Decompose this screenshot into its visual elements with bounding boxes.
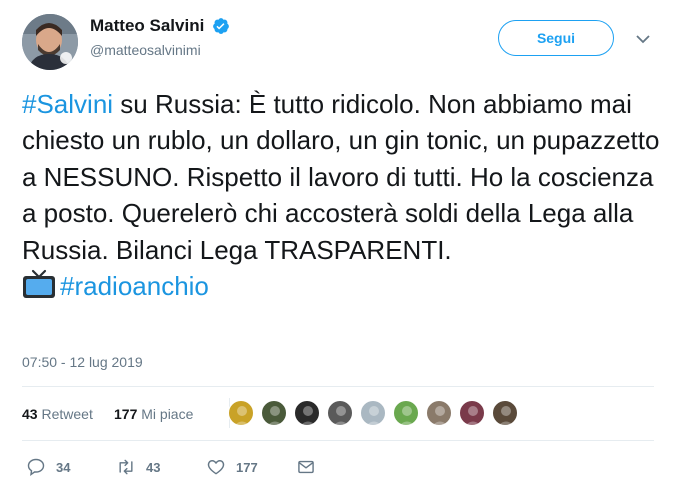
reply-count: 34 (56, 459, 71, 475)
divider (22, 386, 654, 387)
chevron-down-icon[interactable] (634, 32, 652, 46)
like-stat[interactable]: 177 Mi piace (114, 406, 193, 422)
follow-button[interactable]: Segui (498, 20, 614, 56)
hashtag-link[interactable]: #Salvini (22, 89, 113, 119)
liker-avatar-9[interactable] (492, 400, 518, 426)
direct-message-button[interactable] (296, 456, 316, 478)
heart-icon (207, 460, 225, 475)
liker-avatar-5[interactable] (360, 400, 386, 426)
tweet-text: #Salvini su Russia: È tutto ridicolo. No… (22, 86, 662, 304)
tweet-stats: 43 Retweet 177 Mi piace (22, 398, 654, 430)
liker-avatar-8[interactable] (459, 400, 485, 426)
like-action-count: 177 (236, 459, 258, 475)
hashtag-link[interactable]: #radioanchio (60, 271, 209, 301)
tweet-header: Matteo Salvini @matteosalvinimi Segui (22, 14, 662, 70)
verified-badge-icon (212, 18, 229, 34)
retweet-count: 43 (22, 406, 38, 422)
reply-button[interactable]: 34 (26, 456, 70, 478)
tv-emoji-icon (23, 269, 55, 299)
liker-avatar-3[interactable] (294, 400, 320, 426)
divider (22, 440, 654, 441)
avatar-photo (22, 14, 78, 70)
liker-avatar-2[interactable] (261, 400, 287, 426)
liker-avatar-1[interactable] (228, 400, 254, 426)
tweet-actions: 34 43 177 (22, 456, 422, 480)
like-button[interactable]: 177 (206, 456, 258, 478)
tweet-body: su Russia: È tutto ridicolo. Non abbiamo… (22, 89, 660, 265)
display-name[interactable]: Matteo Salvini (90, 16, 204, 36)
envelope-icon (298, 460, 314, 474)
retweet-stat[interactable]: 43 Retweet (22, 406, 93, 422)
liker-avatar-6[interactable] (393, 400, 419, 426)
retweet-icon (119, 459, 133, 475)
retweet-button[interactable]: 43 (116, 456, 160, 478)
retweet-action-count: 43 (146, 459, 161, 475)
tweet-timestamp[interactable]: 07:50 - 12 lug 2019 (22, 354, 143, 370)
user-handle[interactable]: @matteosalvinimi (90, 42, 230, 58)
user-info: Matteo Salvini @matteosalvinimi (90, 16, 230, 58)
liker-avatar-4[interactable] (327, 400, 353, 426)
avatar[interactable] (22, 14, 78, 70)
liker-avatar-7[interactable] (426, 400, 452, 426)
retweet-label: Retweet (41, 406, 93, 422)
like-count: 177 (114, 406, 138, 422)
like-label: Mi piace (141, 406, 194, 422)
reply-icon (27, 458, 45, 477)
